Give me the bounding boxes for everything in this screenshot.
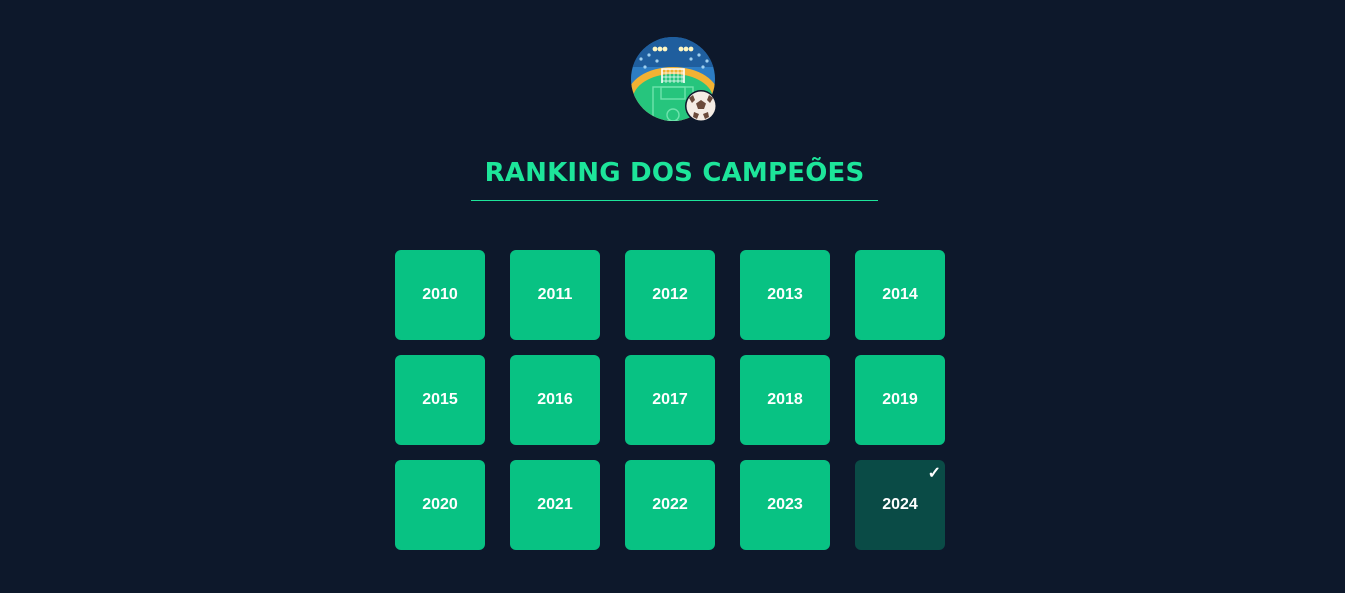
year-label: 2010 (422, 286, 458, 303)
year-label: 2012 (652, 286, 688, 303)
year-button-2023[interactable]: 2023 (740, 460, 830, 550)
year-label: 2013 (767, 286, 803, 303)
year-button-2019[interactable]: 2019 (855, 355, 945, 445)
year-button-2013[interactable]: 2013 (740, 250, 830, 340)
year-grid: 2010 2011 2012 2013 2014 2015 2016 2017 2018 2019… (395, 250, 945, 550)
year-button-2014[interactable]: 2014 (855, 250, 945, 340)
stadium-football-icon (631, 37, 719, 125)
year-label: 2014 (882, 286, 918, 303)
year-button-2018[interactable]: 2018 (740, 355, 830, 445)
title-underline (471, 200, 878, 201)
year-button-2016[interactable]: 2016 (510, 355, 600, 445)
checkmark-icon: ✓ (927, 465, 941, 482)
year-button-2010[interactable]: 2010 (395, 250, 485, 340)
year-label: 2015 (422, 391, 458, 408)
year-label: 2020 (422, 496, 458, 513)
year-button-2022[interactable]: 2022 (625, 460, 715, 550)
year-label: 2022 (652, 496, 688, 513)
page-title: RANKING DOS CAMPEÕES (484, 158, 865, 188)
year-button-2012[interactable]: 2012 (625, 250, 715, 340)
year-label: 2018 (767, 391, 803, 408)
year-label: 2023 (767, 496, 803, 513)
year-label: 2019 (882, 391, 918, 408)
year-label: 2011 (537, 286, 573, 303)
year-button-2015[interactable]: 2015 (395, 355, 485, 445)
year-button-2021[interactable]: 2021 (510, 460, 600, 550)
year-label: 2024 (882, 496, 918, 513)
year-label: 2017 (652, 391, 688, 408)
page-title-container: RANKING DOS CAMPEÕES (471, 155, 878, 191)
year-label: 2016 (537, 391, 573, 408)
year-button-2011[interactable]: 2011 (510, 250, 600, 340)
page: RANKING DOS CAMPEÕES 2010 2011 2012 2013 201… (0, 0, 1345, 593)
year-button-2017[interactable]: 2017 (625, 355, 715, 445)
year-button-2020[interactable]: 2020 (395, 460, 485, 550)
year-label: 2021 (537, 496, 573, 513)
year-button-2024[interactable]: 2024 ✓ (855, 460, 945, 550)
